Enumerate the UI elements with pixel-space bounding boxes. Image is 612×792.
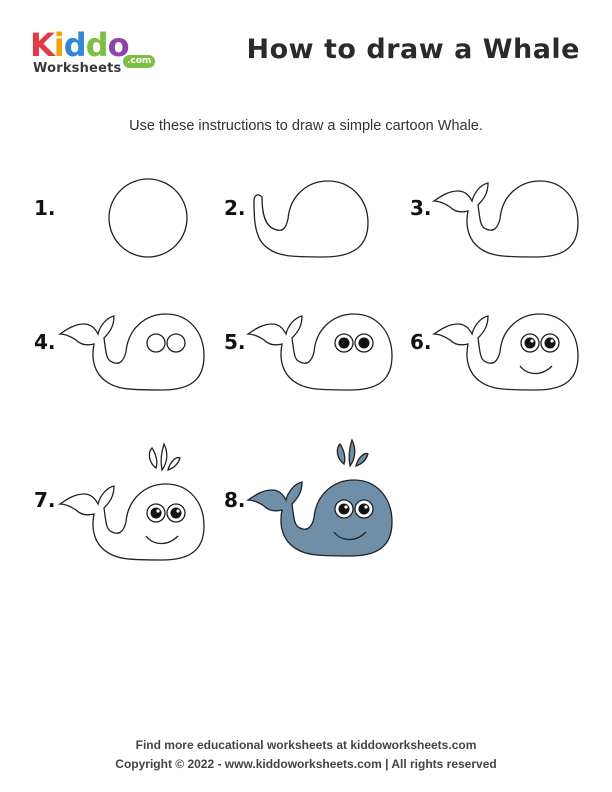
- logo-letter-i: i: [53, 26, 65, 64]
- step-number-4: 4.: [34, 330, 56, 354]
- pupil-right: [358, 337, 370, 349]
- logo-wordmark: Kiddo: [30, 26, 130, 64]
- footer-line-2: Copyright © 2022 - www.kiddoworksheets.c…: [115, 757, 497, 771]
- whale-body-colored: [245, 479, 393, 557]
- step-number-8: 8.: [224, 488, 246, 512]
- logo-letter-d1: d: [63, 26, 87, 64]
- logo-subtitle: Worksheets: [33, 61, 122, 76]
- step-number-3: 3.: [410, 196, 432, 220]
- step-number-5: 5.: [224, 330, 246, 354]
- step-1-drawing: [108, 178, 188, 258]
- water-spout: [148, 442, 181, 472]
- step-number-1: 1.: [34, 196, 56, 220]
- whale-step-6: [431, 313, 579, 391]
- instructions-text: Use these instructions to draw a simple …: [129, 118, 483, 134]
- footer-line-1: Find more educational worksheets at kidd…: [135, 738, 477, 752]
- water-spout-colored: [336, 438, 369, 468]
- step-number-7: 7.: [34, 488, 56, 512]
- whale-step-7: [57, 442, 205, 561]
- step-7-drawing: [57, 442, 205, 561]
- step-3-drawing: [431, 180, 579, 258]
- eye-left-outline: [146, 333, 166, 353]
- logo-letter-k: K: [30, 26, 55, 64]
- step-2-drawing: [253, 180, 369, 258]
- whale-head-circle: [108, 178, 188, 258]
- eye-right-outline: [166, 333, 186, 353]
- logo-com-badge: .com: [123, 55, 156, 68]
- whale-step-3: [431, 180, 579, 258]
- whale-step-5: [245, 313, 393, 391]
- step-5-drawing: [245, 313, 393, 391]
- step-6-drawing: [431, 313, 579, 391]
- step-number-2: 2.: [224, 196, 246, 220]
- whale-step-8-colored: [245, 438, 393, 557]
- step-number-6: 6.: [410, 330, 432, 354]
- page-title: How to draw a Whale: [246, 34, 580, 65]
- whale-step-4: [57, 313, 205, 391]
- smile-mouth: [519, 365, 553, 375]
- kiddo-worksheets-logo: Kiddo Worksheets .com: [30, 28, 160, 78]
- whale-body-outline: [253, 180, 369, 258]
- logo-letter-d2: d: [85, 26, 109, 64]
- pupil-left: [338, 337, 350, 349]
- step-4-drawing: [57, 313, 205, 391]
- step-8-drawing: [245, 438, 393, 557]
